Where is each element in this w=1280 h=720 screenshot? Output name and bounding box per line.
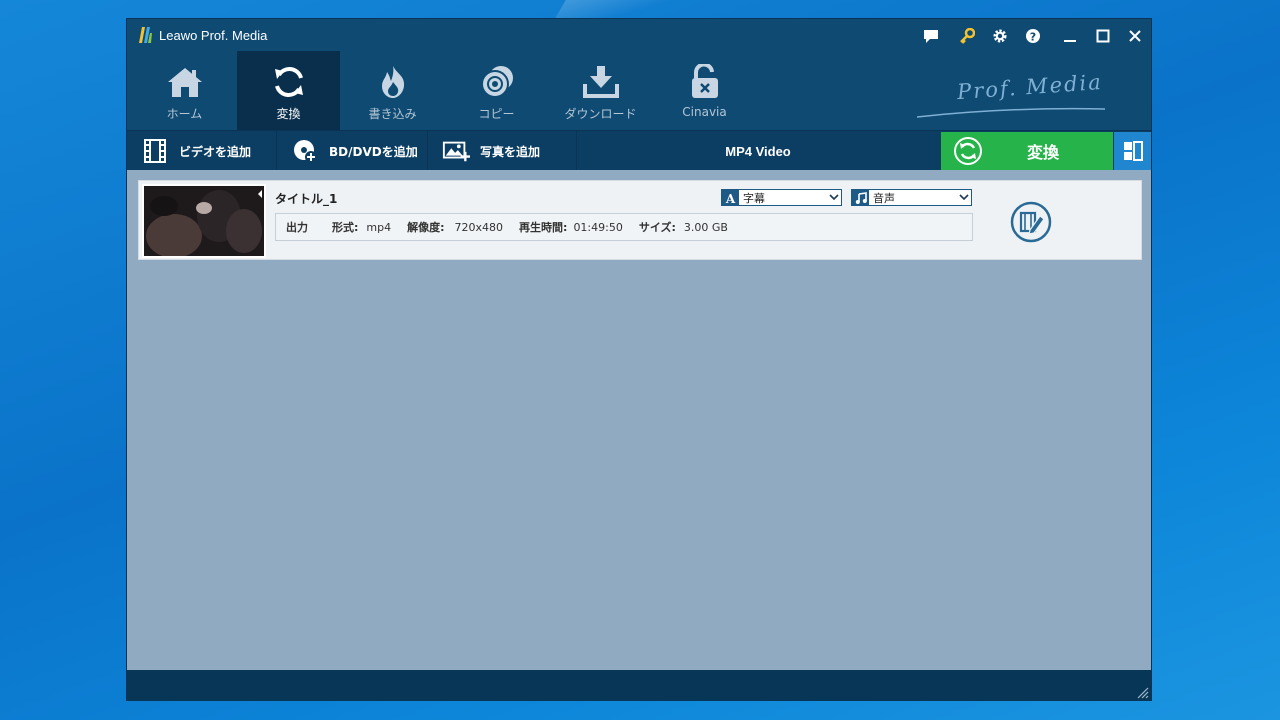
resize-grip-icon[interactable]	[1137, 687, 1149, 699]
size-label: サイズ:	[638, 221, 676, 234]
burn-icon	[381, 66, 404, 98]
app-title: Leawo Prof. Media	[159, 28, 268, 43]
add-disc-button[interactable]: BD/DVDを追加	[277, 131, 428, 171]
tab-convert-label: 変換	[276, 107, 301, 121]
format-label: 形式:	[332, 221, 359, 234]
feedback-icon	[924, 29, 938, 43]
tab-burn[interactable]: 書き込み	[341, 51, 444, 130]
add-disc-label: BD/DVDを追加	[329, 144, 418, 159]
add-video-label: ビデオを追加	[179, 144, 252, 159]
tab-burn-label: 書き込み	[368, 107, 417, 121]
svg-text:A: A	[725, 192, 736, 204]
copy-disc-icon	[480, 66, 513, 98]
convert-icon	[274, 67, 303, 97]
home-icon	[167, 68, 202, 97]
file-title: タイトル_1	[275, 192, 338, 206]
tab-copy[interactable]: コピー	[445, 51, 548, 130]
convert-refresh-icon	[954, 137, 982, 165]
subtitle-icon: A	[725, 192, 736, 204]
help-button[interactable]: ?	[1023, 26, 1043, 46]
feedback-button[interactable]	[921, 26, 941, 46]
help-icon: ?	[1026, 29, 1040, 44]
panel-toggle-icon	[1123, 141, 1143, 161]
duration-label: 再生時間:	[519, 221, 568, 234]
close-icon	[1129, 30, 1141, 42]
tab-cinavia-label: Cinavia	[682, 105, 727, 119]
status-bar	[127, 670, 1151, 701]
video-thumbnail[interactable]	[142, 184, 266, 258]
main-toolbar: ホーム 変換 書き込み コピー ダウンロード Cinavia Prof. Med…	[127, 51, 1151, 130]
minimize-icon	[1064, 40, 1076, 42]
minimize-button[interactable]	[1060, 26, 1080, 46]
tab-copy-label: コピー	[478, 107, 515, 121]
edit-video-icon[interactable]	[1010, 201, 1052, 243]
duration-value: 01:49:50	[573, 220, 623, 234]
download-icon	[582, 66, 619, 98]
film-strip-icon	[144, 139, 166, 163]
thumbnail-image	[144, 186, 264, 256]
brand-logo: Prof. Media	[917, 69, 1107, 119]
add-photo-button[interactable]: 写真を追加	[428, 131, 577, 171]
maximize-icon	[1096, 29, 1110, 43]
tab-cinavia[interactable]: Cinavia	[653, 51, 756, 130]
tab-home-label: ホーム	[166, 107, 203, 121]
action-bar: ビデオを追加 BD/DVDを追加 写真を追加 MP4 Video 変換	[127, 130, 1151, 171]
unlock-icon	[691, 64, 718, 98]
title-bar: Leawo Prof. Media ?	[127, 19, 1151, 51]
gear-icon	[993, 29, 1007, 43]
maximize-button[interactable]	[1093, 26, 1113, 46]
add-disc-icon	[294, 140, 317, 163]
output-format-selector[interactable]: MP4 Video	[577, 131, 939, 171]
file-item[interactable]: タイトル_1 A 字幕 音声 出力 形式: mp4 解像度: 720x480 再…	[138, 180, 1142, 260]
resolution-value: 720x480	[454, 220, 504, 234]
convert-button[interactable]: 変換	[941, 132, 1113, 170]
subtitle-dropdown-value: 字幕	[743, 191, 765, 205]
brand-text: Prof. Media	[956, 69, 1104, 105]
subtitle-dropdown[interactable]: A 字幕	[721, 189, 842, 206]
tab-convert[interactable]: 変換	[237, 51, 340, 130]
size-value: 3.00 GB	[683, 220, 728, 234]
app-window: Leawo Prof. Media ? ホーム 変換 書き込み コピー ダウンロ…	[126, 18, 1152, 701]
audio-dropdown[interactable]: 音声	[851, 189, 972, 206]
music-note-icon	[855, 191, 867, 204]
tab-home[interactable]: ホーム	[133, 51, 236, 130]
chevron-down-icon	[959, 194, 969, 201]
add-photo-label: 写真を追加	[480, 144, 541, 159]
brand-swoosh-icon	[917, 107, 1106, 118]
file-list-area: タイトル_1 A 字幕 音声 出力 形式: mp4 解像度: 720x480 再…	[127, 170, 1151, 670]
close-button[interactable]	[1125, 26, 1145, 46]
key-icon	[960, 28, 975, 44]
add-video-button[interactable]: ビデオを追加	[127, 131, 277, 171]
output-info: 出力 形式: mp4 解像度: 720x480 再生時間: 01:49:50 サ…	[275, 213, 973, 241]
tab-download[interactable]: ダウンロード	[549, 51, 652, 130]
format-value: mp4	[366, 220, 392, 234]
svg-text:?: ?	[1030, 31, 1036, 44]
toggle-panel-button[interactable]	[1114, 132, 1151, 170]
output-label: 出力	[286, 221, 308, 234]
convert-button-label: 変換	[1027, 143, 1060, 162]
settings-button[interactable]	[990, 26, 1010, 46]
register-button[interactable]	[957, 26, 977, 46]
add-photo-icon	[442, 141, 470, 162]
chevron-down-icon	[829, 194, 839, 201]
audio-dropdown-value: 音声	[873, 191, 895, 205]
app-logo-icon	[139, 27, 152, 43]
resolution-label: 解像度:	[407, 221, 445, 234]
tab-download-label: ダウンロード	[564, 107, 637, 121]
